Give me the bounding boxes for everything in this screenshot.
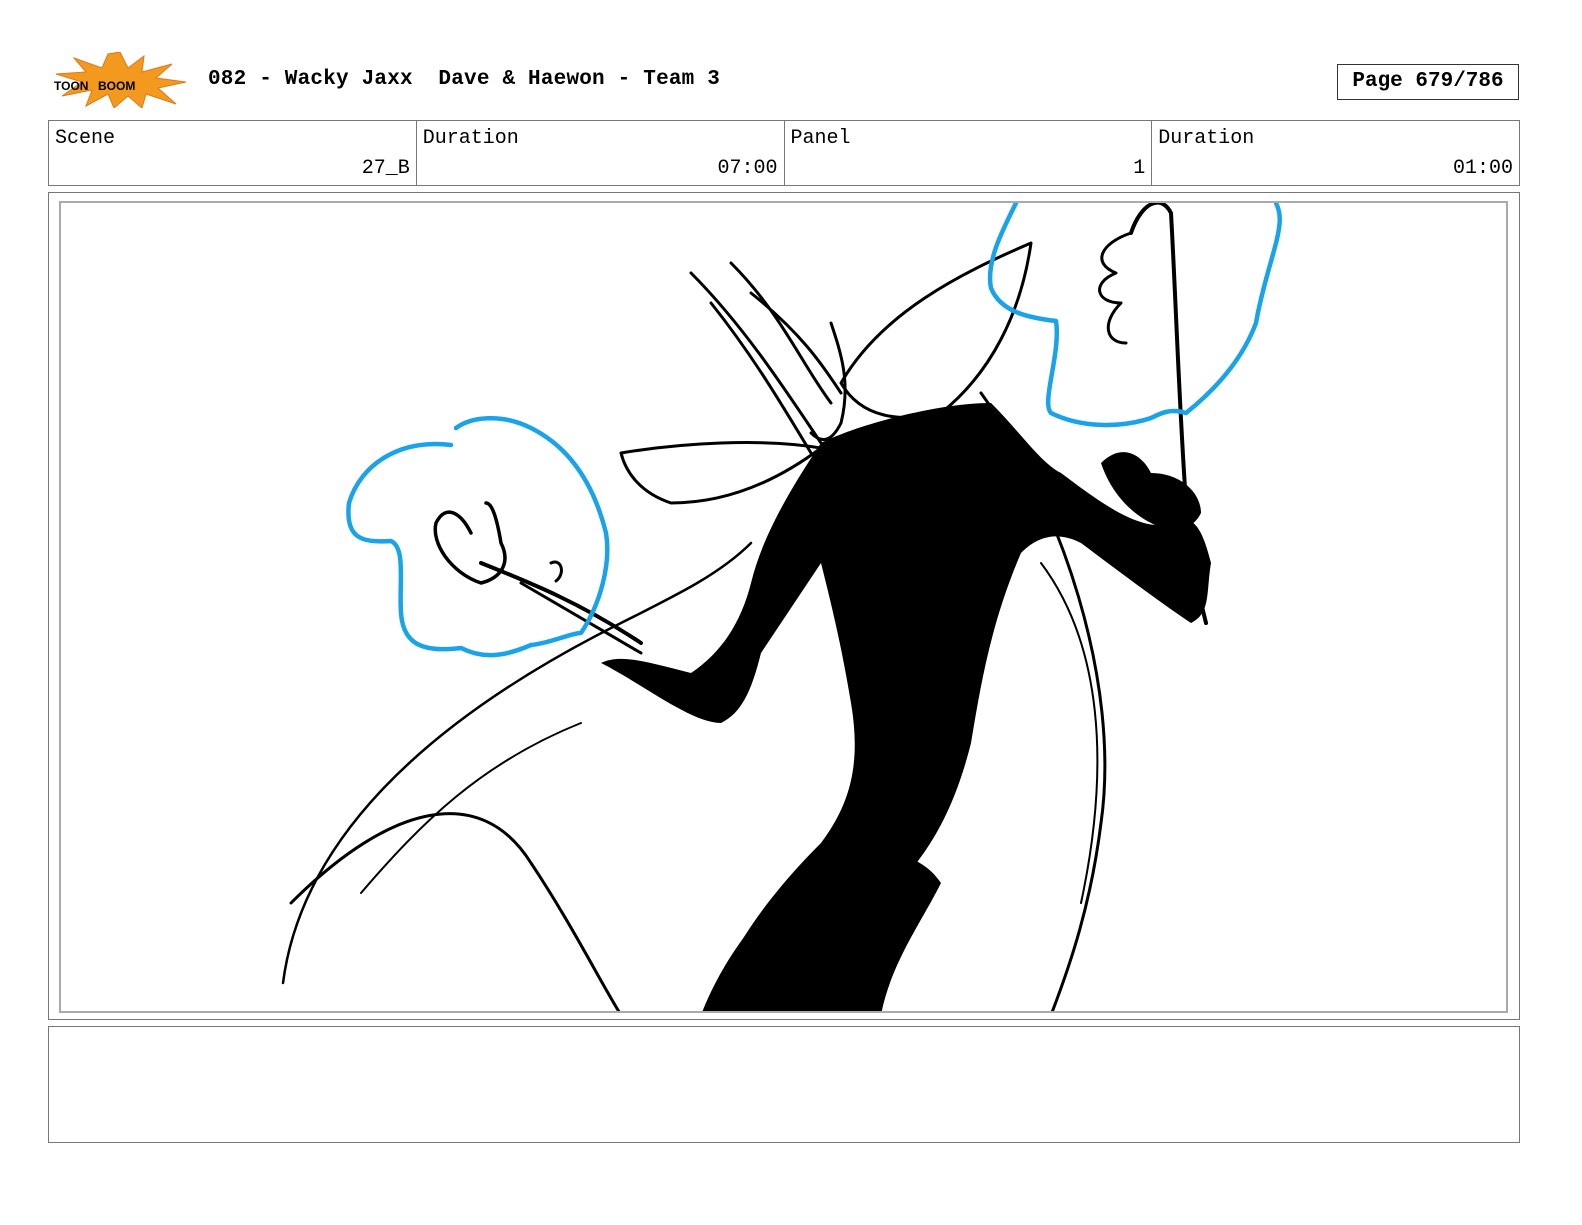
panel-value: 1: [1133, 157, 1146, 180]
document-title: 082 - Wacky Jaxx Dave & Haewon - Team 3: [208, 68, 721, 91]
head-ear-right: [839, 241, 1033, 419]
toon-boom-logo: TOON BOOM: [52, 51, 188, 109]
storyboard-panel-frame: [48, 192, 1520, 1020]
scene-cell: Scene 27_B: [49, 121, 417, 185]
scene-duration-value: 07:00: [717, 157, 778, 180]
right-hand-fingers: [1098, 231, 1133, 345]
logo-text-left: TOON: [54, 79, 88, 93]
panel-duration-value: 01:00: [1452, 157, 1513, 180]
scene-value: 27_B: [361, 157, 410, 180]
cape-outline-inner: [360, 722, 582, 894]
logo-text-right: BOOM: [98, 79, 135, 93]
blue-annotation-left: [346, 416, 610, 658]
scene-duration-cell: Duration 07:00: [417, 121, 785, 185]
storyboard-drawing-area: [59, 201, 1508, 1013]
panel-duration-cell: Duration 01:00: [1152, 121, 1519, 185]
scene-duration-label: Duration: [422, 127, 519, 150]
scene-label: Scene: [55, 127, 116, 150]
page-number: Page 679/786: [1337, 64, 1519, 100]
panel-duration-label: Duration: [1158, 127, 1255, 150]
panel-cell: Panel 1: [785, 121, 1153, 185]
cape-right-inner: [1040, 562, 1099, 904]
lower-body-blob: [702, 852, 941, 1011]
left-hand: [433, 501, 507, 585]
scene-info-table: Scene 27_B Duration 07:00 Panel 1 Durati…: [48, 120, 1520, 186]
panel-notes-box: [48, 1026, 1520, 1143]
storyboard-sketch: [281, 203, 1282, 1011]
blue-annotation-right: [987, 203, 1282, 428]
panel-label: Panel: [790, 127, 851, 150]
cape-outline-left: [281, 541, 753, 985]
stick-knot: [549, 560, 563, 583]
head-spikes: [689, 261, 843, 455]
cape-bottom-left: [289, 812, 621, 1011]
